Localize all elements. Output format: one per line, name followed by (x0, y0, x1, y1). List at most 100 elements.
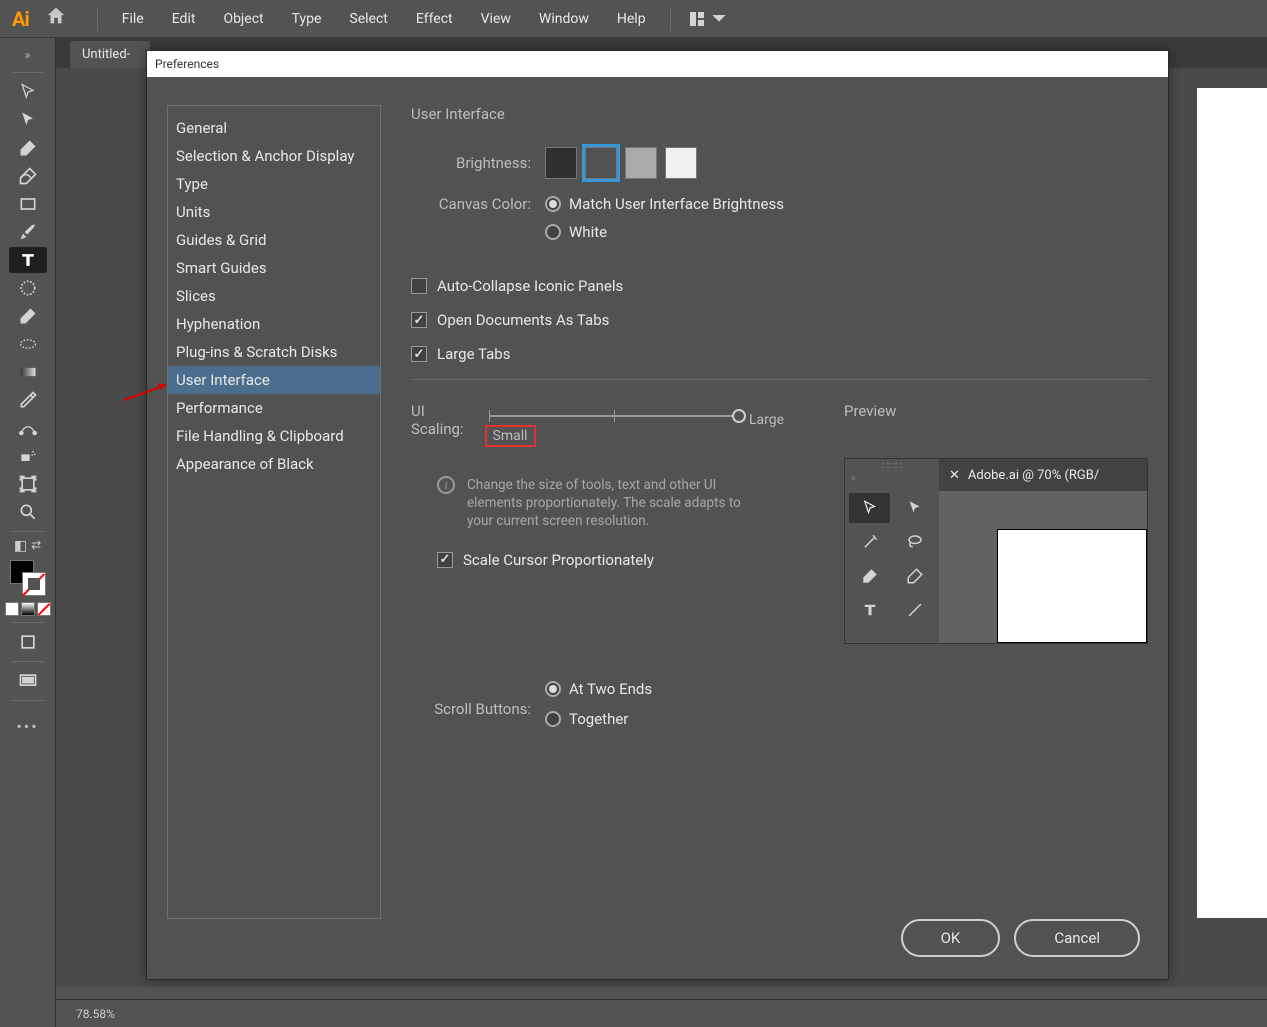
artboard (1197, 88, 1267, 918)
scroll-two-ends-radio[interactable] (545, 681, 561, 697)
draw-mode-icon[interactable] (9, 629, 47, 655)
divider (411, 379, 1148, 380)
direct-selection-tool[interactable] (9, 107, 47, 133)
preview-heading: Preview (844, 402, 1148, 420)
auto-collapse-label: Auto-Collapse Iconic Panels (437, 277, 623, 295)
rotate-tool[interactable] (9, 275, 47, 301)
preview-selection-icon (849, 493, 890, 523)
canvas-match-radio[interactable] (545, 196, 561, 212)
menu-bar: Ai File Edit Object Type Select Effect V… (0, 0, 1267, 38)
ok-button[interactable]: OK (901, 919, 1001, 957)
category-hyphenation[interactable]: Hyphenation (168, 310, 380, 338)
open-tabs-checkbox[interactable] (411, 312, 427, 328)
document-tab[interactable]: Untitled- (70, 41, 150, 68)
gradient-tool[interactable] (9, 359, 47, 385)
scroll-together-radio[interactable] (545, 711, 561, 727)
category-black[interactable]: Appearance of Black (168, 450, 380, 478)
swap-fill-stroke-icon[interactable]: ⇄ (31, 538, 41, 554)
category-smart-guides[interactable]: Smart Guides (168, 254, 380, 282)
preview-frame: ∷∷∷ « (844, 458, 1148, 644)
info-icon: i (437, 476, 455, 494)
type-tool[interactable] (9, 247, 47, 273)
category-plugins[interactable]: Plug-ins & Scratch Disks (168, 338, 380, 366)
divider (670, 7, 671, 31)
preferences-dialog: Preferences General Selection & Anchor D… (146, 50, 1169, 980)
preview-lasso-icon (894, 527, 935, 557)
screen-mode-icon[interactable] (9, 668, 47, 694)
preview-close-icon: ✕ (949, 468, 960, 483)
large-tabs-label: Large Tabs (437, 345, 510, 363)
menu-edit[interactable]: Edit (162, 7, 206, 31)
brightness-label: Brightness: (411, 154, 531, 172)
blend-tool[interactable] (9, 415, 47, 441)
zoom-level[interactable]: 78.58% (76, 1007, 115, 1021)
shape-builder-tool[interactable] (9, 331, 47, 357)
scroll-two-ends-label: At Two Ends (569, 680, 652, 698)
ui-scaling-label: UI Scaling: (411, 402, 479, 438)
category-user-interface[interactable]: User Interface (168, 366, 380, 394)
eraser-tool[interactable] (9, 303, 47, 329)
workspace-switcher[interactable] (689, 11, 727, 27)
selection-tool[interactable] (9, 79, 47, 105)
scale-cursor-label: Scale Cursor Proportionately (463, 551, 654, 569)
menu-type[interactable]: Type (282, 7, 332, 31)
edit-toolbar-icon[interactable]: ••• (16, 717, 38, 736)
preview-direct-selection-icon (894, 493, 935, 523)
menu-file[interactable]: File (112, 7, 154, 31)
category-file-handling[interactable]: File Handling & Clipboard (168, 422, 380, 450)
slider-large-label: Large (749, 412, 784, 428)
divider (97, 7, 98, 31)
category-slices[interactable]: Slices (168, 282, 380, 310)
toolbar-expand-icon[interactable]: » (25, 48, 31, 62)
brightness-lightest[interactable] (665, 147, 697, 179)
preferences-content: User Interface Brightness: Canvas Color:… (411, 105, 1148, 919)
eyedropper-tool[interactable] (9, 387, 47, 413)
app-logo: Ai (12, 7, 29, 31)
preview-pen-icon (849, 561, 890, 591)
category-units[interactable]: Units (168, 198, 380, 226)
preview-curve-icon (894, 561, 935, 591)
menu-view[interactable]: View (471, 7, 521, 31)
rectangle-tool[interactable] (9, 191, 47, 217)
ui-scaling-slider[interactable]: Small (489, 405, 739, 435)
menu-object[interactable]: Object (213, 7, 273, 31)
brightness-light[interactable] (625, 147, 657, 179)
fill-stroke-swatch[interactable] (8, 558, 48, 598)
scale-cursor-checkbox[interactable] (437, 552, 453, 568)
preview-wand-icon (849, 527, 890, 557)
menu-help[interactable]: Help (607, 7, 656, 31)
home-icon[interactable] (45, 5, 67, 32)
menu-effect[interactable]: Effect (406, 7, 463, 31)
large-tabs-checkbox[interactable] (411, 346, 427, 362)
category-general[interactable]: General (168, 114, 380, 142)
pen-tool[interactable] (9, 135, 47, 161)
category-guides[interactable]: Guides & Grid (168, 226, 380, 254)
category-selection[interactable]: Selection & Anchor Display (168, 142, 380, 170)
canvas-match-label: Match User Interface Brightness (569, 195, 784, 213)
section-heading: User Interface (411, 105, 1148, 123)
auto-collapse-checkbox[interactable] (411, 278, 427, 294)
artboard-tool[interactable] (9, 471, 47, 497)
category-performance[interactable]: Performance (168, 394, 380, 422)
preview-line-icon (894, 595, 935, 625)
cancel-button[interactable]: Cancel (1014, 919, 1140, 957)
brightness-darkest[interactable] (545, 147, 577, 179)
toolbar: » ◧ ⇄ ••• (0, 38, 56, 1027)
category-type[interactable]: Type (168, 170, 380, 198)
scroll-together-label: Together (569, 710, 628, 728)
curvature-tool[interactable] (9, 163, 47, 189)
paintbrush-tool[interactable] (9, 219, 47, 245)
zoom-tool[interactable] (9, 499, 47, 525)
canvas-white-radio[interactable] (545, 224, 561, 240)
slider-small-label: Small (485, 425, 536, 447)
scroll-buttons-label: Scroll Buttons: (411, 700, 531, 718)
menu-select[interactable]: Select (339, 7, 397, 31)
preview-tab-title: Adobe.ai @ 70% (RGB/ (968, 468, 1099, 483)
symbol-sprayer-tool[interactable] (9, 443, 47, 469)
brightness-dark[interactable] (585, 147, 617, 179)
menu-window[interactable]: Window (529, 7, 599, 31)
none-mode-icon[interactable] (37, 602, 51, 616)
default-fill-stroke-icon[interactable]: ◧ (14, 538, 27, 554)
color-mode-icon[interactable] (5, 602, 19, 616)
gradient-mode-icon[interactable] (21, 602, 35, 616)
